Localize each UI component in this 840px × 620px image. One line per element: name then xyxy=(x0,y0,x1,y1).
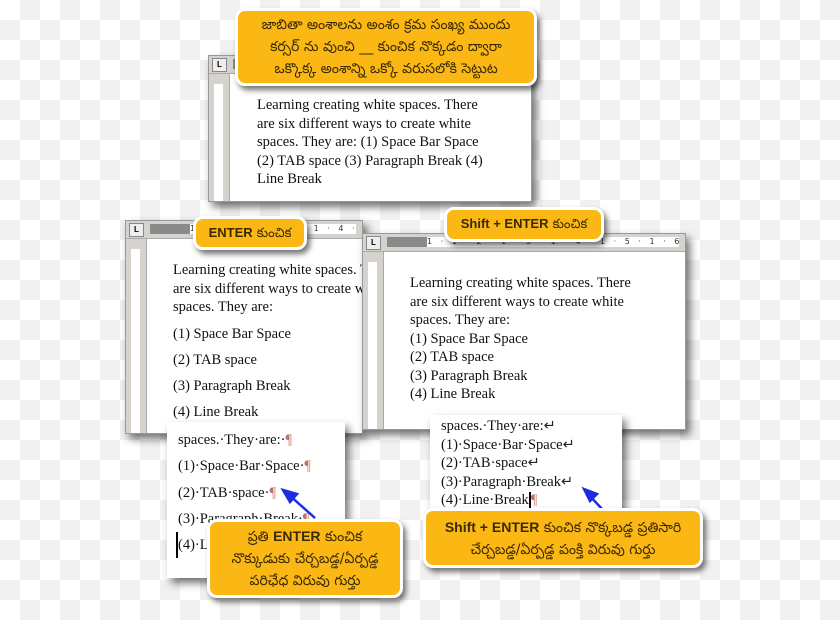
callout-text: కుంచిక నొక్కబడ్డ ప్రతిసారి xyxy=(543,519,682,536)
arrow-icon xyxy=(280,486,604,519)
callout-line: చేర్చబడ్డ/ఏర్పడ్డ పంక్తి విరువు గుర్తు xyxy=(470,541,656,558)
line-break-arrow-head xyxy=(581,486,600,504)
key-name: ENTER xyxy=(273,528,321,544)
key-name: Shift + ENTER xyxy=(444,518,540,535)
callout-line: నొక్కుడుకు చేర్చబడ్డ/ఏర్పడ్డ xyxy=(231,551,379,567)
enter-callout: ప్రతి ENTER కుంచిక నొక్కుడుకు చేర్చబడ్డ/… xyxy=(207,519,403,598)
callout-text: ప్రతి xyxy=(247,529,269,545)
shift-enter-callout: Shift + ENTER కుంచిక నొక్కబడ్డ ప్రతిసారి… xyxy=(423,508,703,568)
callout-line: పరిఛేధ విరువు గుర్తు xyxy=(249,573,361,589)
callout-text: కుంచిక xyxy=(324,529,363,545)
